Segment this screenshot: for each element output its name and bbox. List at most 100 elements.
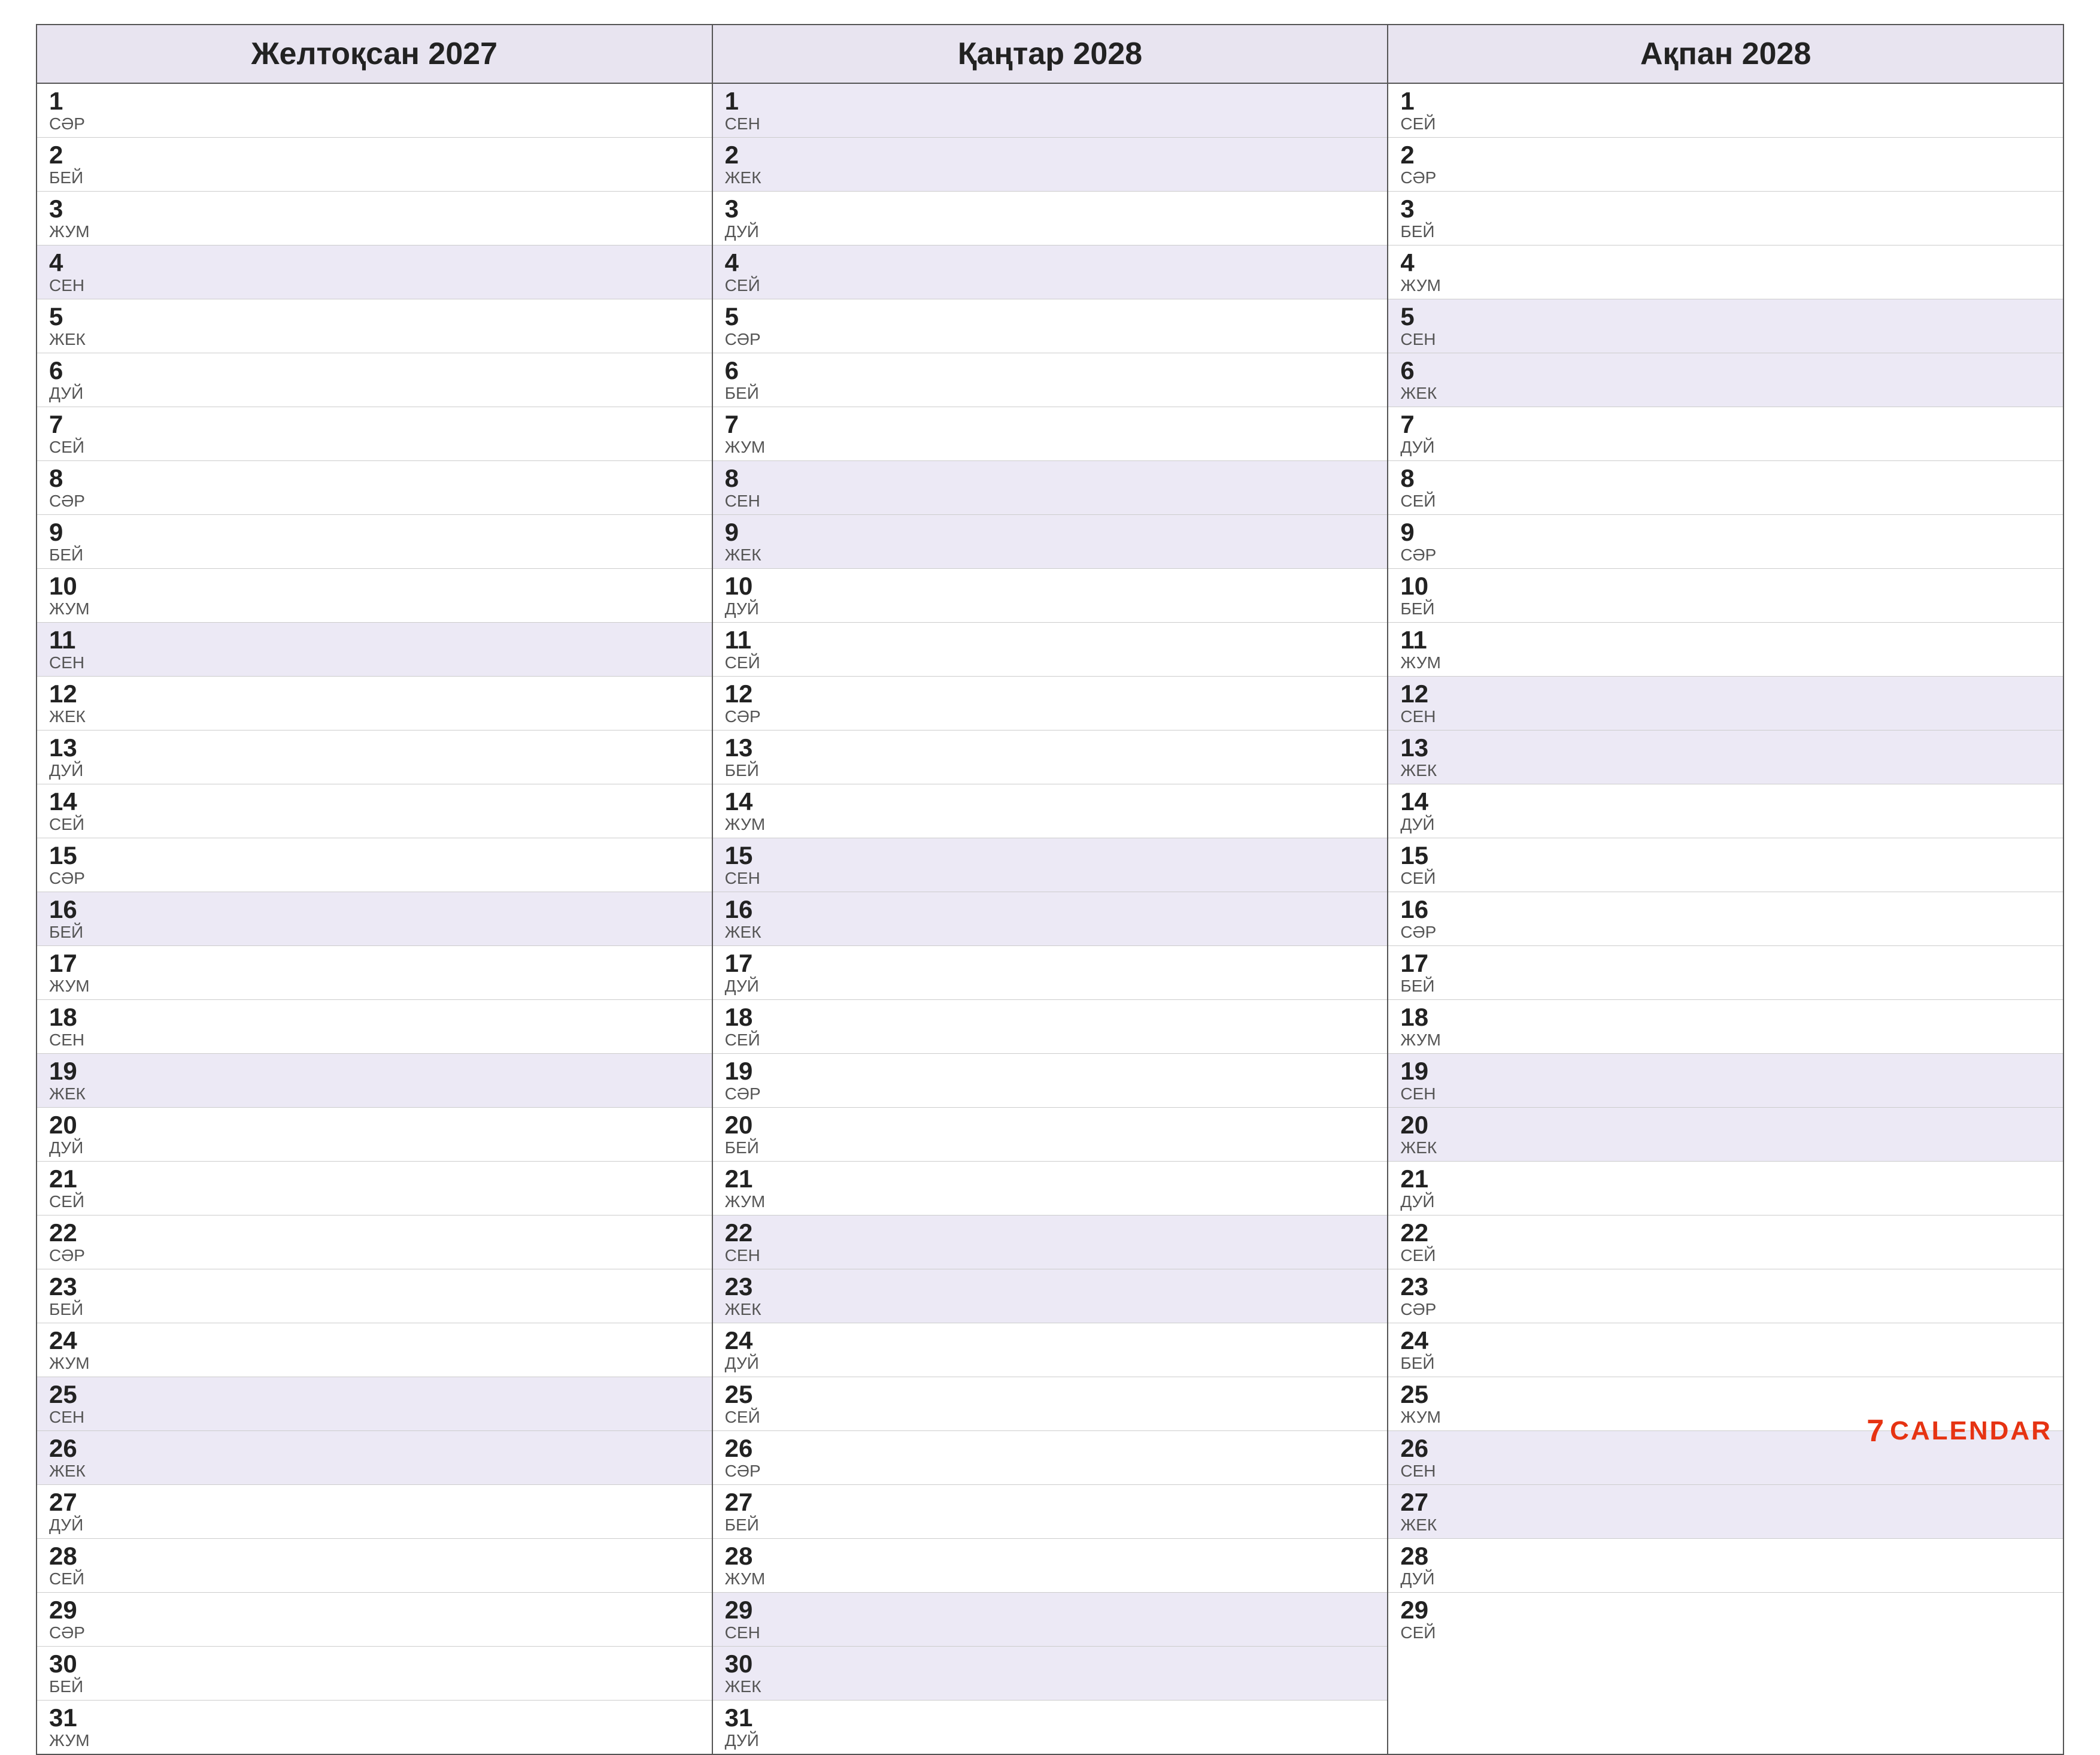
day-row: 24ДУЙ [713, 1323, 1388, 1377]
day-row: 9БЕЙ [37, 515, 712, 569]
day-number: 28 [49, 1542, 700, 1570]
day-row: 20БЕЙ [713, 1108, 1388, 1162]
day-row: 30ЖЕК [713, 1647, 1388, 1701]
day-name: СәР [49, 1247, 700, 1265]
day-number: 15 [49, 842, 700, 869]
day-name: БЕЙ [49, 1678, 700, 1696]
day-number: 6 [725, 357, 1376, 384]
day-name: ЖЕК [725, 546, 1376, 565]
logo-number: 7 [1867, 1413, 1884, 1449]
day-row: 6БЕЙ [713, 353, 1388, 407]
day-number: 15 [725, 842, 1376, 869]
day-row: 16ЖЕК [713, 892, 1388, 946]
day-number: 29 [1400, 1596, 2051, 1624]
day-row: 17БЕЙ [1388, 946, 2063, 1000]
day-name: СәР [1400, 1301, 2051, 1319]
day-name: ДУЙ [725, 1354, 1376, 1373]
day-name: ЖУМ [725, 438, 1376, 457]
day-name: ЖЕК [725, 1678, 1376, 1696]
day-name: БЕЙ [49, 1301, 700, 1319]
day-row: 9ЖЕК [713, 515, 1388, 569]
day-name: СЕН [1400, 331, 2051, 349]
day-number: 18 [725, 1004, 1376, 1031]
day-number: 26 [725, 1435, 1376, 1462]
day-name: БЕЙ [725, 1139, 1376, 1157]
day-name: СЕН [725, 1624, 1376, 1642]
day-number: 9 [49, 519, 700, 546]
day-row: 27ЖЕК [1388, 1485, 2063, 1539]
day-number: 20 [1400, 1111, 2051, 1139]
day-number: 27 [49, 1489, 700, 1516]
day-number: 22 [49, 1219, 700, 1247]
day-name: СЕЙ [1400, 1247, 2051, 1265]
day-name: ЖУМ [49, 1732, 700, 1750]
day-name: БЕЙ [1400, 223, 2051, 241]
day-row: 12ЖЕК [37, 677, 712, 731]
day-name: СәР [1400, 546, 2051, 565]
day-row: 14СЕЙ [37, 784, 712, 838]
day-name: ЖЕК [725, 1301, 1376, 1319]
day-row: 4СЕН [37, 245, 712, 299]
day-name: БЕЙ [725, 384, 1376, 403]
day-number: 30 [725, 1650, 1376, 1678]
day-name: СЕН [1400, 1462, 2051, 1481]
month-header-1: Қаңтар 2028 [713, 25, 1388, 84]
day-number: 31 [49, 1704, 700, 1732]
day-number: 6 [1400, 357, 2051, 384]
day-row: 29СәР [37, 1593, 712, 1647]
day-name: ЖУМ [1400, 277, 2051, 295]
day-number: 27 [1400, 1489, 2051, 1516]
day-number: 2 [725, 141, 1376, 169]
day-name: СЕН [49, 654, 700, 672]
day-number: 4 [49, 249, 700, 277]
day-name: СәР [725, 1085, 1376, 1104]
day-number: 1 [49, 87, 700, 115]
day-name: ЖЕК [49, 1085, 700, 1104]
day-number: 12 [49, 680, 700, 708]
day-row: 7ДУЙ [1388, 407, 2063, 461]
month-col-2: Ақпан 20281СЕЙ2СәР3БЕЙ4ЖУМ5СЕН6ЖЕК7ДУЙ8С… [1388, 25, 2063, 1754]
day-number: 13 [1400, 734, 2051, 762]
day-row: 14ЖУМ [713, 784, 1388, 838]
calendar-container: Желтоқсан 20271СәР2БЕЙ3ЖУМ4СЕН5ЖЕК6ДУЙ7С… [0, 0, 2100, 1485]
day-row: 5СЕН [1388, 299, 2063, 353]
day-name: ЖУМ [725, 816, 1376, 834]
day-name: БЕЙ [1400, 1354, 2051, 1373]
day-name: БЕЙ [1400, 977, 2051, 996]
month-col-0: Желтоқсан 20271СәР2БЕЙ3ЖУМ4СЕН5ЖЕК6ДУЙ7С… [37, 25, 713, 1754]
day-name: ЖУМ [725, 1193, 1376, 1211]
day-name: ДУЙ [49, 1139, 700, 1157]
day-name: ДУЙ [725, 600, 1376, 619]
day-name: ЖУМ [49, 600, 700, 619]
day-number: 8 [1400, 465, 2051, 492]
day-row: 28ЖУМ [713, 1539, 1388, 1593]
day-row: 1СәР [37, 84, 712, 138]
day-number: 13 [725, 734, 1376, 762]
day-row: 9СәР [1388, 515, 2063, 569]
day-name: ДУЙ [1400, 1193, 2051, 1211]
day-row: 5ЖЕК [37, 299, 712, 353]
day-name: ЖЕК [1400, 384, 2051, 403]
day-row: 21СЕЙ [37, 1162, 712, 1216]
months-grid: Желтоқсан 20271СәР2БЕЙ3ЖУМ4СЕН5ЖЕК6ДУЙ7С… [36, 24, 2064, 1755]
day-row: 8СЕН [713, 461, 1388, 515]
days-list-1: 1СЕН2ЖЕК3ДУЙ4СЕЙ5СәР6БЕЙ7ЖУМ8СЕН9ЖЕК10ДУ… [713, 84, 1388, 1754]
day-number: 3 [725, 195, 1376, 223]
day-row: 11СЕН [37, 623, 712, 677]
day-number: 24 [1400, 1327, 2051, 1354]
day-number: 20 [49, 1111, 700, 1139]
day-name: ЖЕК [49, 708, 700, 726]
month-header-2: Ақпан 2028 [1388, 25, 2063, 84]
day-row: 10ЖУМ [37, 569, 712, 623]
day-name: СәР [49, 492, 700, 511]
day-number: 8 [49, 465, 700, 492]
day-number: 16 [1400, 896, 2051, 923]
day-number: 2 [49, 141, 700, 169]
day-number: 23 [725, 1273, 1376, 1301]
day-row: 18ЖУМ [1388, 1000, 2063, 1054]
day-name: СЕЙ [49, 438, 700, 457]
day-name: ЖЕК [49, 331, 700, 349]
day-row: 12СәР [713, 677, 1388, 731]
day-row: 26СәР [713, 1431, 1388, 1485]
day-name: ДУЙ [1400, 438, 2051, 457]
